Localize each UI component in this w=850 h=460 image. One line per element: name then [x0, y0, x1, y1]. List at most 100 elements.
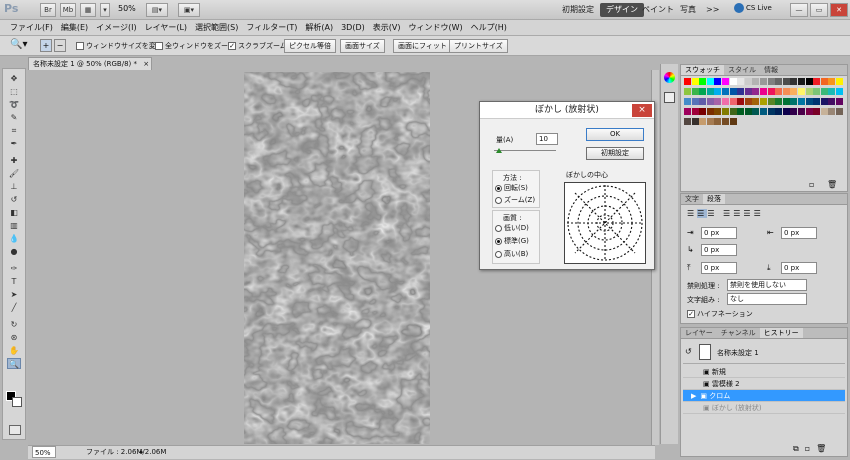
print-size-button[interactable]: プリントサイズ: [449, 39, 508, 53]
zoom-tool-icon[interactable]: 🔍▾: [10, 39, 27, 50]
menu-filter[interactable]: フィルター(T): [242, 22, 301, 33]
color-swatch[interactable]: [836, 98, 843, 105]
color-swatch[interactable]: [684, 88, 691, 95]
color-swatch[interactable]: [714, 118, 722, 125]
dialog-close-button[interactable]: ×: [632, 104, 652, 117]
color-swatch[interactable]: [706, 98, 714, 105]
tab-paragraph[interactable]: 段落: [703, 194, 725, 204]
minimize-button[interactable]: —: [790, 3, 808, 17]
adjustments-panel-icon[interactable]: [664, 92, 675, 103]
history-snapshot[interactable]: ↺ 名称未設定 1: [683, 342, 845, 364]
color-swatch[interactable]: [729, 98, 737, 105]
space-after-input[interactable]: 0 px: [781, 262, 817, 274]
color-swatch[interactable]: [767, 88, 775, 95]
quality-draft-radio[interactable]: 低い(D): [495, 223, 529, 233]
view-extras-dropdown-icon[interactable]: ▾: [100, 3, 110, 17]
color-swatch[interactable]: [820, 98, 828, 105]
color-swatch[interactable]: [836, 108, 843, 115]
color-swatch[interactable]: [798, 108, 805, 115]
color-swatch[interactable]: [790, 98, 798, 105]
color-swatch[interactable]: [722, 98, 729, 105]
color-swatch[interactable]: [767, 98, 775, 105]
color-swatch[interactable]: [828, 98, 836, 105]
swatch-grid[interactable]: [684, 78, 844, 130]
color-swatch[interactable]: [714, 78, 722, 85]
status-menu-arrow-icon[interactable]: ▸: [140, 446, 144, 459]
color-swatch[interactable]: [684, 78, 691, 85]
color-swatch[interactable]: [828, 88, 836, 95]
color-swatch[interactable]: [729, 108, 737, 115]
resize-windows-checkbox[interactable]: ウィンドウサイズを変更: [76, 40, 163, 52]
color-swatch[interactable]: [805, 108, 813, 115]
extras-icon[interactable]: ▦: [80, 3, 96, 17]
new-swatch-icon[interactable]: ▫: [809, 180, 814, 189]
color-swatch[interactable]: [722, 88, 729, 95]
tab-character[interactable]: 文字: [681, 194, 703, 204]
color-swatch[interactable]: [805, 88, 813, 95]
color-swatch[interactable]: [699, 88, 707, 95]
more-workspaces-button[interactable]: >>: [700, 3, 725, 17]
color-swatch[interactable]: [729, 118, 737, 125]
color-swatch[interactable]: [782, 88, 790, 95]
color-swatch[interactable]: [820, 108, 828, 115]
color-swatch[interactable]: [706, 108, 714, 115]
quality-good-radio[interactable]: 標準(G): [495, 236, 529, 246]
clone-stamp-tool-icon[interactable]: ⊥: [7, 181, 21, 192]
color-swatch[interactable]: [706, 118, 714, 125]
color-swatch[interactable]: [722, 78, 729, 85]
indent-first-line-input[interactable]: 0 px: [701, 244, 737, 256]
color-swatch[interactable]: [752, 78, 760, 85]
zoom-level-display[interactable]: 50%: [118, 4, 136, 13]
delete-swatch-icon[interactable]: 🗑: [827, 180, 837, 189]
color-swatch[interactable]: [760, 78, 767, 85]
color-swatch[interactable]: [744, 88, 752, 95]
zoom-in-icon[interactable]: +: [40, 39, 52, 52]
tab-info[interactable]: 情報: [760, 65, 782, 75]
color-swatch[interactable]: [813, 78, 821, 85]
kinsoku-select[interactable]: 禁則を使用しない: [727, 279, 807, 291]
color-swatch[interactable]: [691, 78, 699, 85]
menu-edit[interactable]: 編集(E): [57, 22, 92, 33]
tab-styles[interactable]: スタイル: [724, 65, 760, 75]
color-swatch[interactable]: [790, 108, 798, 115]
color-swatch[interactable]: [836, 78, 843, 85]
color-swatch[interactable]: [737, 88, 745, 95]
menu-file[interactable]: ファイル(F): [6, 22, 57, 33]
color-swatch[interactable]: [691, 88, 699, 95]
color-swatch[interactable]: [782, 78, 790, 85]
color-swatch[interactable]: [798, 78, 805, 85]
document-tab[interactable]: 名称未設定 1 @ 50% (RGB/8) * ×: [28, 57, 152, 70]
color-swatch[interactable]: [790, 78, 798, 85]
history-item-undone[interactable]: ▣ ぼかし (放射状): [683, 402, 845, 414]
color-swatch[interactable]: [706, 78, 714, 85]
cs-live-button[interactable]: CS Live: [746, 4, 772, 12]
space-before-input[interactable]: 0 px: [701, 262, 737, 274]
workspace-photography[interactable]: 写真: [674, 3, 702, 17]
color-swatch[interactable]: [798, 98, 805, 105]
color-swatch[interactable]: [744, 78, 752, 85]
color-swatch[interactable]: [737, 108, 745, 115]
color-swatch[interactable]: [805, 98, 813, 105]
tab-channels[interactable]: チャンネル: [717, 328, 760, 338]
reset-button[interactable]: 初期設定: [586, 147, 644, 160]
3d-rotate-tool-icon[interactable]: ↻: [7, 319, 21, 330]
method-spin-radio[interactable]: 回転(S): [495, 183, 528, 193]
color-swatch[interactable]: [775, 78, 783, 85]
color-swatch[interactable]: [775, 98, 783, 105]
fill-screen-button[interactable]: 画面にフィット: [393, 39, 452, 53]
history-brush-tool-icon[interactable]: ↺: [7, 194, 21, 205]
path-selection-tool-icon[interactable]: ➤: [7, 289, 21, 300]
color-swatch[interactable]: [722, 118, 729, 125]
color-swatch[interactable]: [805, 78, 813, 85]
menu-layer[interactable]: レイヤー(L): [141, 22, 191, 33]
workspace-essentials[interactable]: 初期設定: [556, 3, 600, 17]
tab-history[interactable]: ヒストリー: [759, 328, 803, 338]
color-swatch[interactable]: [752, 88, 760, 95]
color-swatch[interactable]: [767, 78, 775, 85]
bridge-button[interactable]: Br: [40, 3, 56, 17]
amount-input[interactable]: 10: [536, 133, 558, 145]
lasso-tool-icon[interactable]: ➰: [7, 99, 21, 110]
history-footer-icons[interactable]: ⧉▫🗑: [793, 444, 832, 454]
screen-mode-icon[interactable]: ▣▾: [178, 3, 200, 17]
color-swatch[interactable]: [813, 108, 821, 115]
